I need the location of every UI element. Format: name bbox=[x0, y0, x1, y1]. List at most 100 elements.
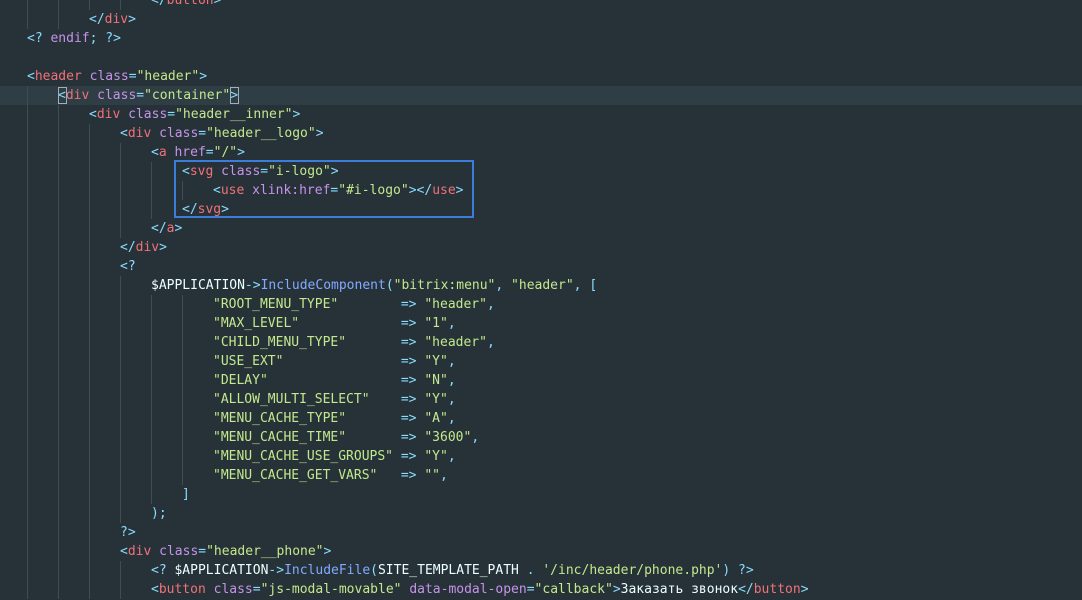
code-token: svg bbox=[189, 164, 214, 179]
indent-guide bbox=[120, 447, 121, 466]
code-token: div bbox=[96, 107, 121, 122]
code-line[interactable]: "MENU_CACHE_USE_GROUPS" => "Y", bbox=[0, 447, 1082, 466]
code-line[interactable]: </div> bbox=[0, 238, 1082, 257]
code-token: endif bbox=[50, 31, 90, 46]
code-line[interactable]: <button class="js-modal-movable" data-mo… bbox=[0, 580, 1082, 599]
indent-guide bbox=[151, 333, 152, 352]
code-token: < bbox=[151, 145, 159, 160]
code-token: > bbox=[174, 221, 183, 236]
code-token: . bbox=[526, 563, 535, 578]
code-token: , bbox=[447, 392, 456, 407]
indent-guide bbox=[58, 200, 59, 219]
code-token: "header" bbox=[136, 69, 200, 84]
indent-guide bbox=[89, 485, 90, 504]
code-token: svg bbox=[197, 202, 222, 217]
code-token: class bbox=[213, 582, 253, 597]
code-line[interactable]: <? bbox=[0, 257, 1082, 276]
code-token: => bbox=[400, 354, 417, 369]
code-line[interactable]: <div class="container"> bbox=[0, 86, 1082, 105]
code-token: , bbox=[495, 278, 512, 293]
code-token: > bbox=[159, 240, 167, 255]
code-line[interactable] bbox=[0, 48, 1082, 67]
indent-guide bbox=[182, 371, 183, 390]
code-line[interactable]: </svg> bbox=[0, 200, 1082, 219]
indent-guide bbox=[27, 10, 28, 29]
code-token: "A" bbox=[424, 411, 448, 426]
code-line[interactable]: $APPLICATION->IncludeComponent("bitrix:m… bbox=[0, 276, 1082, 295]
indent-guide bbox=[120, 390, 121, 409]
code-line[interactable]: "MENU_CACHE_GET_VARS" => "", bbox=[0, 466, 1082, 485]
code-line[interactable]: "USE_EXT" => "Y", bbox=[0, 352, 1082, 371]
code-text: "MENU_CACHE_USE_GROUPS" => "Y", bbox=[213, 447, 456, 466]
code-line[interactable]: <? $APPLICATION->IncludeFile(SITE_TEMPLA… bbox=[0, 561, 1082, 580]
code-line[interactable]: "CHILD_MENU_TYPE" => "header", bbox=[0, 333, 1082, 352]
code-line[interactable]: <svg class="i-logo"> bbox=[0, 162, 1082, 181]
code-line[interactable]: ); bbox=[0, 504, 1082, 523]
code-line[interactable]: ?> bbox=[0, 523, 1082, 542]
code-line[interactable]: "MAX_LEVEL" => "1", bbox=[0, 314, 1082, 333]
code-line[interactable]: "ROOT_MENU_TYPE" => "header", bbox=[0, 295, 1082, 314]
code-line[interactable]: <header class="header"> bbox=[0, 67, 1082, 86]
code-line[interactable]: </div> bbox=[0, 10, 1082, 29]
indent-guide bbox=[151, 447, 152, 466]
code-token: "1" bbox=[424, 316, 448, 331]
code-token: , bbox=[486, 297, 495, 312]
indent-guide bbox=[27, 447, 28, 466]
code-token: = bbox=[136, 88, 145, 103]
indent-guide bbox=[58, 314, 59, 333]
code-token: => bbox=[400, 373, 417, 388]
code-token: , bbox=[447, 449, 456, 464]
code-line[interactable]: "ALLOW_MULTI_SELECT" => "Y", bbox=[0, 390, 1082, 409]
code-line[interactable]: </button> bbox=[0, 0, 1082, 10]
code-text: <div class="header__logo"> bbox=[120, 124, 324, 143]
code-token: $APPLICATION bbox=[174, 563, 269, 578]
code-token: class bbox=[97, 88, 137, 103]
indent-guide bbox=[27, 561, 28, 580]
code-line[interactable]: </a> bbox=[0, 219, 1082, 238]
code-line[interactable]: <use xlink:href="#i-logo"></use> bbox=[0, 181, 1082, 200]
code-token: "3600" bbox=[424, 430, 472, 445]
code-token: button bbox=[166, 0, 214, 8]
code-token: <? bbox=[27, 31, 51, 46]
code-text: <svg class="i-logo"> bbox=[182, 162, 339, 181]
code-line[interactable]: <div class="header__phone"> bbox=[0, 542, 1082, 561]
code-line[interactable]: ] bbox=[0, 485, 1082, 504]
code-token: IncludeComponent bbox=[260, 278, 386, 293]
code-line[interactable]: <div class="header__logo"> bbox=[0, 124, 1082, 143]
code-token: < bbox=[151, 582, 159, 597]
code-line[interactable]: "MENU_CACHE_TIME" => "3600", bbox=[0, 428, 1082, 447]
code-token: ); bbox=[151, 506, 167, 521]
indent-guide bbox=[120, 580, 121, 599]
code-token: "header" bbox=[424, 297, 487, 312]
code-token: data-modal-open bbox=[409, 582, 527, 597]
indent-guide bbox=[120, 466, 121, 485]
code-token: "/" bbox=[213, 145, 238, 160]
indent-guide bbox=[27, 143, 28, 162]
code-token: "header__phone" bbox=[206, 544, 324, 559]
code-token: > bbox=[292, 107, 301, 122]
indent-guide bbox=[89, 200, 90, 219]
code-token: xlink:href bbox=[252, 183, 331, 198]
code-token: "MAX_LEVEL" bbox=[213, 316, 300, 331]
code-line[interactable]: "DELAY" => "N", bbox=[0, 371, 1082, 390]
indent-guide bbox=[58, 219, 59, 238]
code-token: > bbox=[612, 582, 621, 597]
code-line[interactable]: <a href="/"> bbox=[0, 143, 1082, 162]
code-token: class bbox=[159, 126, 199, 141]
code-text: ); bbox=[151, 504, 167, 523]
code-text: <button class="js-modal-movable" data-mo… bbox=[151, 580, 809, 599]
indent-guide bbox=[89, 504, 90, 523]
code-token: "USE_EXT" bbox=[213, 354, 284, 369]
indent-guide bbox=[120, 295, 121, 314]
code-token: => bbox=[400, 316, 417, 331]
code-line[interactable]: <? endif; ?> bbox=[0, 29, 1082, 48]
indent-guide bbox=[120, 143, 121, 162]
code-line[interactable]: <div class="header__inner"> bbox=[0, 105, 1082, 124]
indent-guide bbox=[120, 428, 121, 447]
code-token: </ bbox=[738, 582, 754, 597]
code-editor[interactable]: </button> </div> <? endif; ?> <header class… bbox=[0, 0, 1082, 600]
code-token: "MENU_CACHE_USE_GROUPS" bbox=[213, 449, 394, 464]
code-line[interactable]: "MENU_CACHE_TYPE" => "A", bbox=[0, 409, 1082, 428]
code-text: "ROOT_MENU_TYPE" => "header", bbox=[213, 295, 495, 314]
